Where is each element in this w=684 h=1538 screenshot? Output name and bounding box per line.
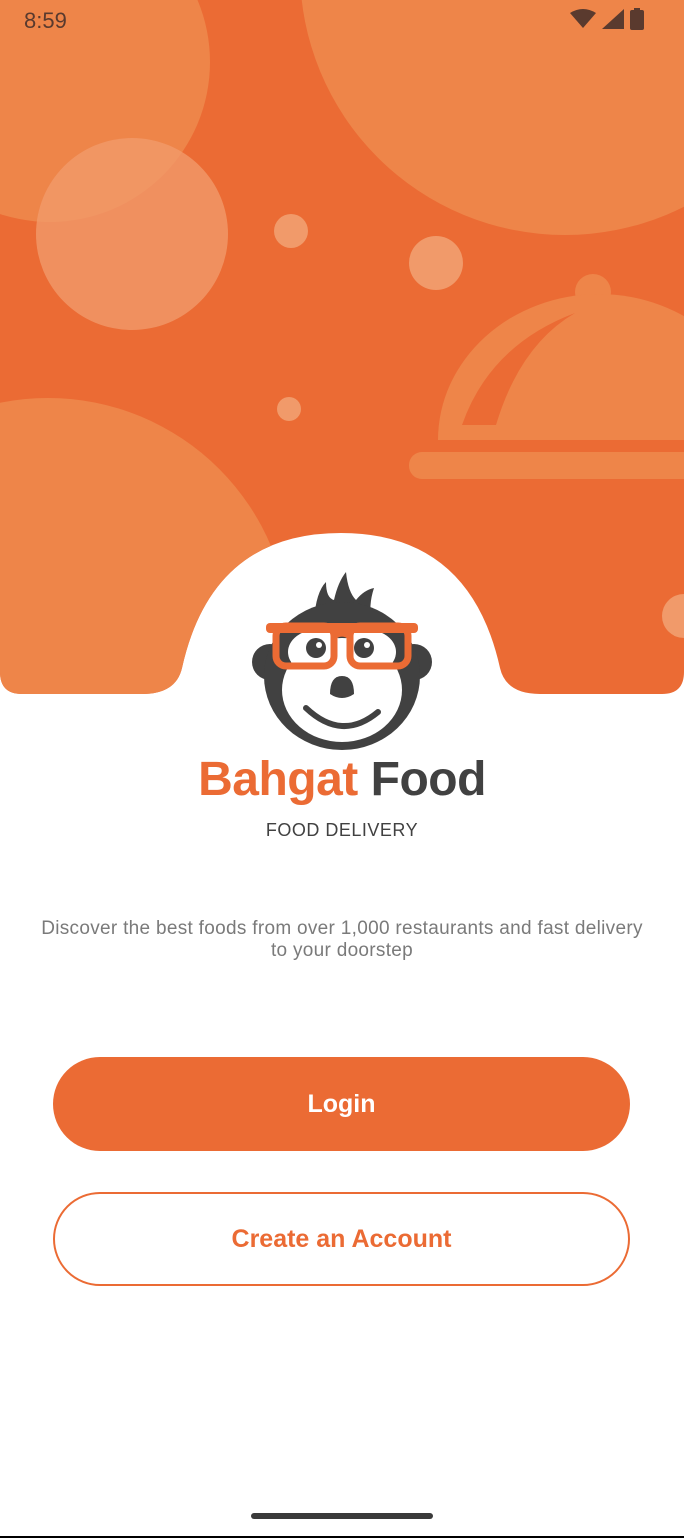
- brand-tagline: FOOD DELIVERY: [265, 820, 419, 840]
- status-time: 8:59: [24, 8, 67, 33]
- brand-name: Bahgat Food: [0, 752, 684, 807]
- signal-icon: [602, 9, 624, 29]
- app-description: Discover the best foods from over 1,000 …: [41, 918, 643, 961]
- brand-name-part2: Food: [370, 753, 487, 806]
- home-indicator[interactable]: [251, 1513, 433, 1519]
- status-bar: 8:59: [0, 0, 684, 40]
- create-account-button-label: Create an Account: [231, 1224, 452, 1253]
- login-button[interactable]: Login: [53, 1057, 630, 1151]
- bubble: [36, 138, 228, 330]
- bubble: [274, 214, 308, 248]
- login-button-label: Login: [307, 1089, 376, 1118]
- status-icons: [570, 8, 644, 30]
- monkey-logo: [252, 572, 432, 750]
- bubble: [277, 397, 301, 421]
- create-account-button[interactable]: Create an Account: [53, 1192, 630, 1286]
- wifi-icon: [570, 9, 596, 28]
- bubble: [409, 236, 463, 290]
- brand-name-part1: Bahgat: [198, 753, 358, 806]
- battery-icon: [630, 8, 644, 30]
